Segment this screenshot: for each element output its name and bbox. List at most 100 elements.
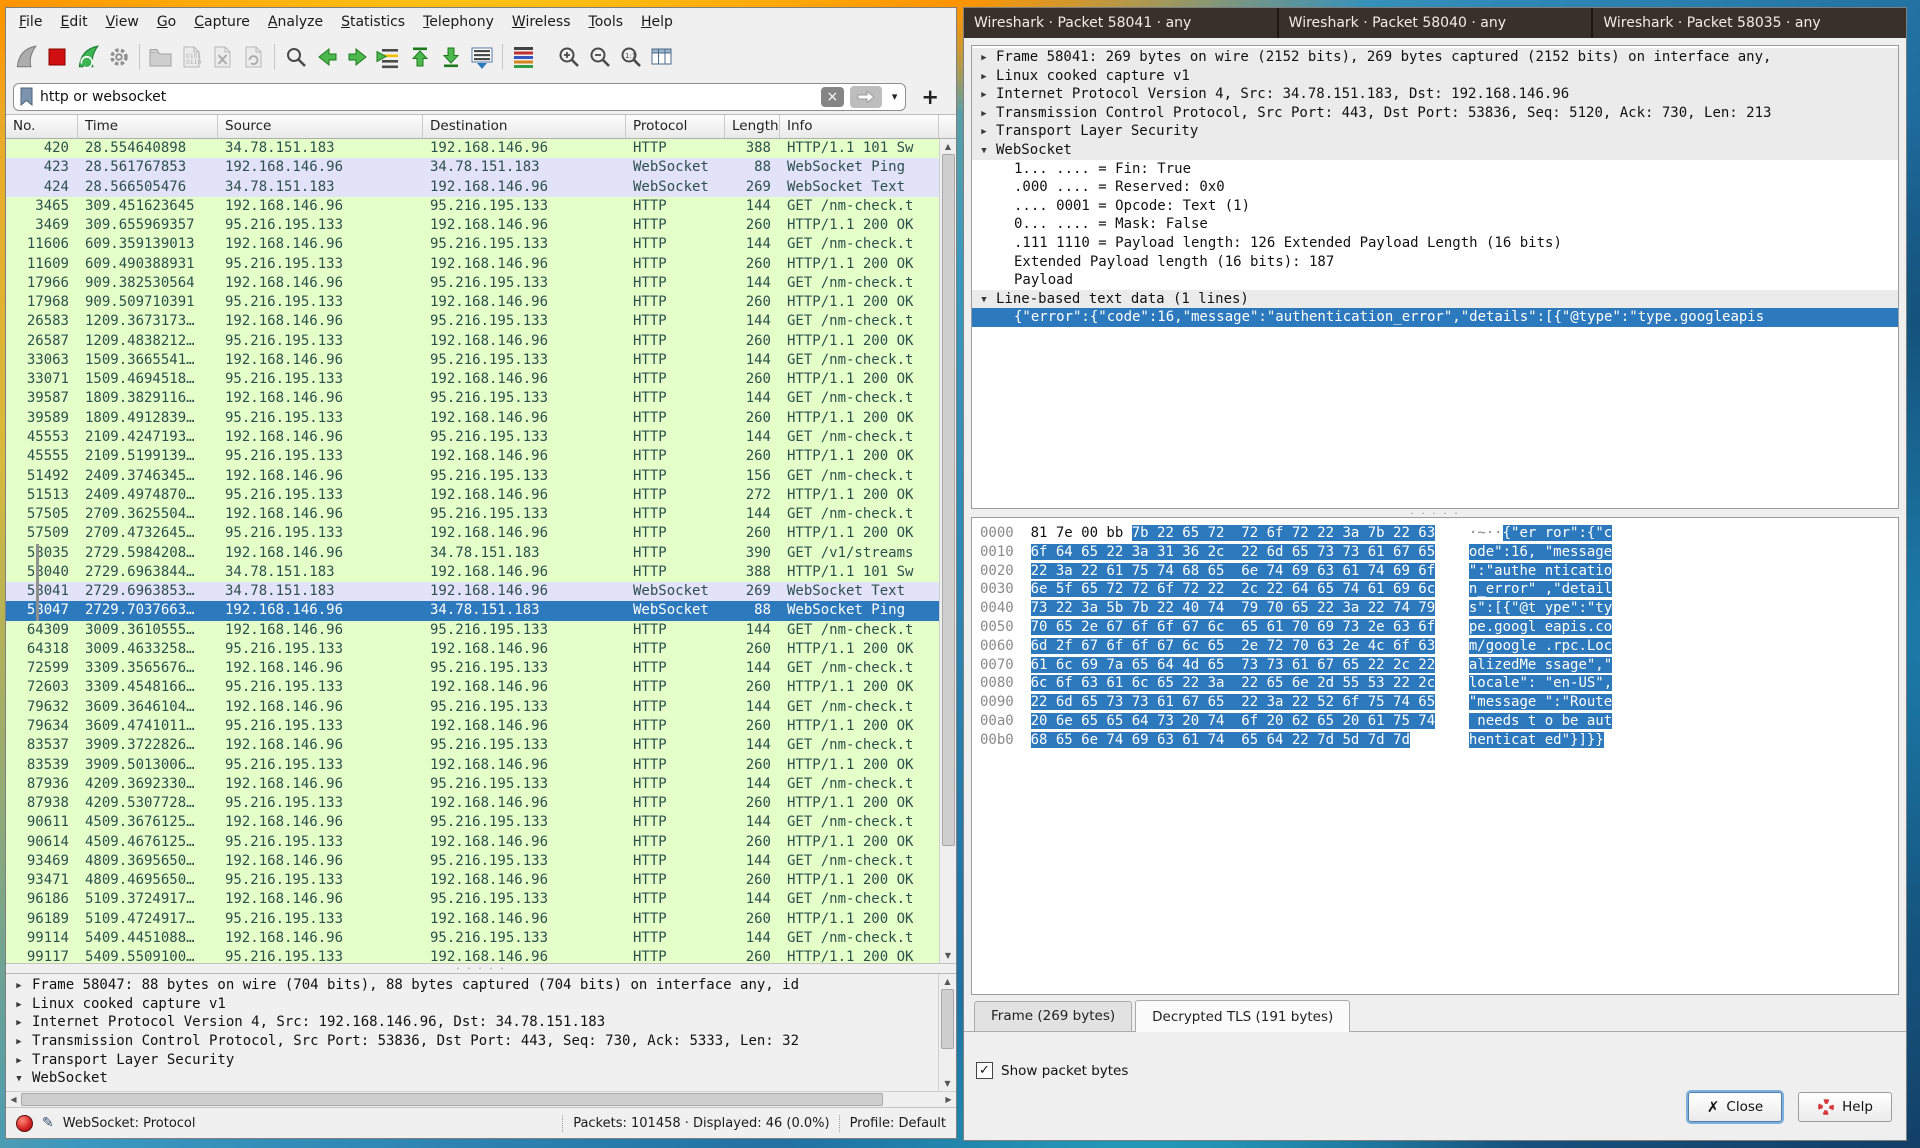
detail-tree-row[interactable]: ▶Transport Layer Security — [6, 1051, 938, 1070]
first-packet-icon[interactable] — [404, 40, 435, 74]
detail-tree-row[interactable]: ▶Frame 58047: 88 bytes on wire (704 bits… — [6, 976, 938, 995]
detail-tree-row[interactable]: ▼Line-based text data (1 lines) — [972, 290, 1898, 309]
detail-tree-row[interactable]: ▶Internet Protocol Version 4, Src: 192.1… — [6, 1013, 938, 1032]
details-hscrollbar[interactable]: ◀ ▶ — [6, 1091, 956, 1107]
packet-list-scrollbar[interactable]: ▲ ▼ — [939, 139, 956, 963]
zoom-out-icon[interactable] — [584, 40, 615, 74]
scroll-up-icon[interactable]: ▲ — [939, 974, 956, 989]
menu-file[interactable]: File — [10, 10, 51, 34]
table-row[interactable]: 835393909.5013006…95.216.195.133192.168.… — [6, 756, 939, 775]
table-row[interactable]: 580412729.6963853…34.78.151.183192.168.1… — [6, 582, 939, 601]
table-row[interactable]: 17966909.382530564192.168.146.9695.216.1… — [6, 274, 939, 293]
hex-dump-row[interactable]: 0030 6e 5f 65 72 72 6f 72 22 2c 22 64 65… — [980, 580, 1898, 599]
table-row[interactable]: 934714809.4695650…95.216.195.133192.168.… — [6, 871, 939, 890]
expanded-arrow-icon[interactable]: ▼ — [972, 290, 996, 309]
hex-dump-row[interactable]: 0070 61 6c 69 7a 65 64 4d 65 73 73 61 67… — [980, 656, 1898, 675]
open-capture-file-icon[interactable] — [145, 40, 176, 74]
filter-add-button[interactable]: + — [911, 85, 949, 109]
table-row[interactable]: 726033309.4548166…95.216.195.133192.168.… — [6, 678, 939, 697]
restart-capture-icon[interactable] — [72, 40, 103, 74]
previous-packet-icon[interactable] — [311, 40, 342, 74]
collapsed-arrow-icon[interactable]: ▶ — [972, 104, 996, 123]
detail-tree-row[interactable]: ▶Linux cooked capture v1 — [6, 995, 938, 1014]
table-row[interactable]: 796323609.3646104…192.168.146.9695.216.1… — [6, 698, 939, 717]
table-row[interactable]: 515132409.4974870…95.216.195.133192.168.… — [6, 486, 939, 505]
scroll-down-icon[interactable]: ▼ — [940, 948, 956, 963]
table-row[interactable]: 42428.56650547634.78.151.183192.168.146.… — [6, 178, 939, 197]
go-to-packet-icon[interactable] — [373, 40, 404, 74]
table-row[interactable]: 3469309.65596935795.216.195.133192.168.1… — [6, 216, 939, 235]
detail-tree-row[interactable]: ▶Linux cooked capture v1 — [972, 67, 1898, 86]
table-row[interactable]: 580472729.7037663…192.168.146.9634.78.15… — [6, 601, 939, 620]
expert-info-icon[interactable] — [16, 1115, 33, 1132]
table-row[interactable]: 575052709.3625504…192.168.146.9695.216.1… — [6, 505, 939, 524]
hex-dump-row[interactable]: 0080 6c 6f 63 61 6c 65 22 3a 22 65 6e 2d… — [980, 674, 1898, 693]
table-row[interactable]: 643093009.3610555…192.168.146.9695.216.1… — [6, 621, 939, 640]
hex-dump-row[interactable]: 0040 73 22 3a 5b 7b 22 40 74 79 70 65 22… — [980, 599, 1898, 618]
last-packet-icon[interactable] — [435, 40, 466, 74]
menu-telephony[interactable]: Telephony — [414, 10, 503, 34]
table-row[interactable]: 395871809.3829116…192.168.146.9695.216.1… — [6, 389, 939, 408]
dialog-title[interactable]: Wireshark · Packet 58035 · any — [1593, 8, 1906, 38]
hex-dump-row[interactable]: 0050 70 65 2e 67 6f 6f 67 6c 65 61 70 69… — [980, 618, 1898, 637]
bookmark-icon[interactable] — [19, 87, 34, 106]
tab-frame[interactable]: Frame (269 bytes) — [974, 1001, 1132, 1031]
colorize-packets-icon[interactable] — [508, 40, 539, 74]
collapsed-arrow-icon[interactable]: ▶ — [6, 1051, 32, 1070]
collapsed-arrow-icon[interactable]: ▶ — [972, 48, 996, 67]
filter-clear-icon[interactable]: × — [821, 87, 844, 107]
collapsed-arrow-icon[interactable]: ▶ — [972, 85, 996, 104]
menu-tools[interactable]: Tools — [580, 10, 633, 34]
hex-dump-row[interactable]: 0000 81 7e 00 bb 7b 22 65 72 72 6f 72 22… — [980, 524, 1898, 543]
hex-dump-row[interactable]: 0010 6f 64 65 22 3a 31 36 2c 22 6d 65 73… — [980, 543, 1898, 562]
table-row[interactable]: 580402729.6963844…34.78.151.183192.168.1… — [6, 563, 939, 582]
zoom-original-icon[interactable]: 1:1 — [615, 40, 646, 74]
detail-tree-row[interactable]: {"error":{"code":16,"message":"authentic… — [972, 308, 1898, 327]
close-capture-file-icon[interactable] — [207, 40, 238, 74]
column-header-protocol[interactable]: Protocol — [626, 115, 725, 138]
hex-dump-row[interactable]: 00a0 20 6e 65 65 64 73 20 74 6f 20 62 65… — [980, 712, 1898, 731]
wireshark-fin-start-icon[interactable] — [10, 40, 41, 74]
reload-file-icon[interactable] — [238, 40, 269, 74]
dialog-title[interactable]: Wireshark · Packet 58040 · any — [1279, 8, 1594, 38]
detail-tree-row[interactable]: ▶Internet Protocol Version 4, Src: 34.78… — [972, 85, 1898, 104]
column-header-info[interactable]: Info — [780, 115, 939, 138]
table-row[interactable]: 42028.55464089834.78.151.183192.168.146.… — [6, 139, 939, 158]
detail-tree-row[interactable]: ▶Transmission Control Protocol, Src Port… — [972, 104, 1898, 123]
table-row[interactable]: 11606609.359139013192.168.146.9695.216.1… — [6, 235, 939, 254]
collapsed-arrow-icon[interactable]: ▶ — [6, 995, 32, 1014]
table-row[interactable]: 643183009.4633258…95.216.195.133192.168.… — [6, 640, 939, 659]
show-packet-bytes-option[interactable]: ✓ Show packet bytes — [976, 1062, 1128, 1079]
table-row[interactable]: 11609609.49038893195.216.195.133192.168.… — [6, 255, 939, 274]
save-capture-file-icon[interactable]: 01010110 — [176, 40, 207, 74]
close-button[interactable]: ✗ Close — [1688, 1092, 1782, 1122]
auto-scroll-icon[interactable] — [466, 40, 497, 74]
collapsed-arrow-icon[interactable]: ▶ — [972, 67, 996, 86]
table-row[interactable]: 961865109.3724917…192.168.146.9695.216.1… — [6, 890, 939, 909]
table-row[interactable]: 3465309.451623645192.168.146.9695.216.19… — [6, 197, 939, 216]
zoom-in-icon[interactable] — [553, 40, 584, 74]
menu-capture[interactable]: Capture — [185, 10, 259, 34]
detail-tree-row[interactable]: ▼WebSocket — [972, 141, 1898, 160]
scroll-left-icon[interactable]: ◀ — [6, 1092, 21, 1107]
pane-splitter-handle[interactable] — [964, 509, 1906, 517]
detail-tree-row[interactable]: Payload — [972, 271, 1898, 290]
hex-dump-row[interactable]: 0060 6d 2f 67 6f 6f 67 6c 65 2e 72 70 63… — [980, 637, 1898, 656]
display-filter-field[interactable]: http or websocket × ▾ — [13, 83, 906, 111]
detail-tree-row[interactable]: 0... .... = Mask: False — [972, 215, 1898, 234]
hex-dump-row[interactable]: 0020 22 3a 22 61 75 74 68 65 6e 74 69 63… — [980, 562, 1898, 581]
table-row[interactable]: 906144509.4676125…95.216.195.133192.168.… — [6, 833, 939, 852]
table-row[interactable]: 879384209.5307728…95.216.195.133192.168.… — [6, 794, 939, 813]
display-filter-input[interactable]: http or websocket — [40, 89, 815, 105]
table-row[interactable]: 906114509.3676125…192.168.146.9695.216.1… — [6, 813, 939, 832]
hex-dump-row[interactable]: 0090 22 6d 65 73 73 61 67 65 22 3a 22 52… — [980, 693, 1898, 712]
table-row[interactable]: 42328.561767853192.168.146.9634.78.151.1… — [6, 158, 939, 177]
collapsed-arrow-icon[interactable]: ▶ — [6, 976, 32, 995]
collapsed-arrow-icon[interactable]: ▶ — [6, 1032, 32, 1051]
column-header-no[interactable]: No. — [6, 115, 78, 138]
scroll-down-icon[interactable]: ▼ — [939, 1076, 956, 1091]
menu-wireless[interactable]: Wireless — [503, 10, 580, 34]
table-row[interactable]: 330631509.3665541…192.168.146.9695.216.1… — [6, 351, 939, 370]
details-scrollbar[interactable]: ▲ ▼ — [938, 974, 956, 1091]
status-profile[interactable]: Profile: Default — [850, 1116, 946, 1131]
